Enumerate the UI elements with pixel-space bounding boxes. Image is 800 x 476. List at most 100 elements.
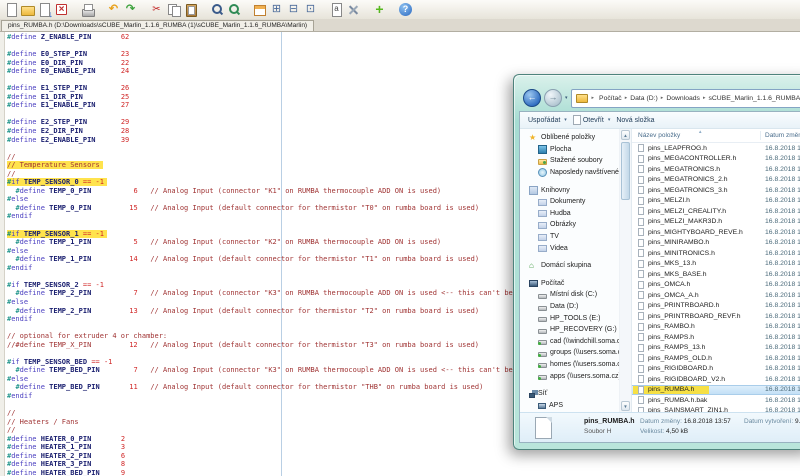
tree-item-sta-en-soubory[interactable]: Stažené soubory (520, 155, 619, 167)
tree-item-hp-tools-e[interactable]: HP_TOOLS (E:) (520, 312, 619, 324)
size-label: Velikost: (640, 428, 664, 435)
file-row-pins-melzi-makr3d-h[interactable]: pins_MELZI_MAKR3D.h16.8.2018 13:57 (632, 217, 800, 228)
open-file-icon[interactable] (20, 2, 35, 17)
tree-item-videa[interactable]: Videa (520, 242, 619, 254)
file-name: pins_MELZI_MAKR3D.h (648, 218, 722, 225)
tree-item-hp-recovery-g[interactable]: HP_RECOVERY (G:) (520, 324, 619, 336)
code-line: #define HEATER_2_PIN 6 (7, 452, 664, 461)
tree-item-hudba[interactable]: Hudba (520, 208, 619, 220)
file-row-pins-melzi-creality-h[interactable]: pins_MELZI_CREALITY.h16.8.2018 13:57 (632, 206, 800, 217)
copy-icon[interactable] (166, 2, 181, 17)
breadcrumb-item-downloads[interactable]: Downloads (665, 95, 701, 102)
file-row-pins-ramps-old-h[interactable]: pins_RAMPS_OLD.h16.8.2018 13:57 (632, 353, 800, 364)
open-button[interactable]: Otevřít (573, 115, 611, 125)
file-row-pins-ramps-13-h[interactable]: pins_RAMPS_13.h16.8.2018 13:57 (632, 343, 800, 354)
back-button[interactable] (523, 89, 541, 107)
created-label: Datum vytvoření: (744, 418, 793, 425)
cut-icon[interactable] (149, 2, 164, 17)
file-row-pins-ramps-h[interactable]: pins_RAMPS.h16.8.2018 13:57 (632, 332, 800, 343)
close-file-icon[interactable] (54, 2, 69, 17)
column-header-name[interactable]: Název položky (638, 132, 680, 139)
tree-item-obl-ben-polo-ky[interactable]: Oblíbené položky (520, 132, 619, 144)
tree-item-knihovny[interactable]: Knihovny (520, 184, 619, 196)
file-row-pins-minirambo-h[interactable]: pins_MINIRAMBO.h16.8.2018 13:57 (632, 238, 800, 249)
file-row-pins-megatronics-2-h[interactable]: pins_MEGATRONICS_2.h16.8.2018 13:57 (632, 175, 800, 186)
minimize-window-icon[interactable] (286, 2, 301, 17)
redo-icon[interactable] (123, 2, 138, 17)
file-row-pins-rambo-h[interactable]: pins_RAMBO.h16.8.2018 13:57 (632, 322, 800, 333)
single-window-icon[interactable] (303, 2, 318, 17)
plugin-icon[interactable] (372, 2, 387, 17)
breadcrumb-item-scube-marlin-1-1-6-rumba-1[interactable]: sCUBE_Marlin_1.1.6_RUMBA (1) (707, 95, 800, 102)
tree-item-naposledy-nav-t-ven[interactable]: Naposledy navštívené (520, 167, 619, 179)
tree-item-s[interactable]: Síť (520, 388, 619, 400)
file-icon (573, 115, 581, 125)
file-row-pins-mks-base-h[interactable]: pins_MKS_BASE.h16.8.2018 13:57 (632, 269, 800, 280)
tree-item-data-d[interactable]: Data (D:) (520, 301, 619, 313)
tree-item-homes-users-soma-cz[interactable]: homes (\\users.soma.cz) (520, 359, 619, 371)
new-file-icon[interactable] (3, 2, 18, 17)
file-name: pins_RAMPS_OLD.h (648, 355, 712, 362)
file-row-pins-printrboard-h[interactable]: pins_PRINTRBOARD.h16.8.2018 13:57 (632, 301, 800, 312)
save-file-icon[interactable] (37, 2, 52, 17)
tree-item-dokumenty[interactable]: Dokumenty (520, 196, 619, 208)
tree-item-aps[interactable]: APS (520, 399, 619, 411)
file-row-pins-minitronics-h[interactable]: pins_MINITRONICS.h16.8.2018 13:57 (632, 248, 800, 259)
scroll-down-icon[interactable]: ▼ (621, 401, 630, 411)
file-row-pins-melzi-h[interactable]: pins_MELZI.h16.8.2018 13:57 (632, 196, 800, 207)
file-row-pins-leapfrog-h[interactable]: pins_LEAPFROG.h16.8.2018 13:57 (632, 143, 800, 154)
preview-icon[interactable] (329, 2, 344, 17)
tile-windows-icon[interactable] (269, 2, 284, 17)
file-row-pins-rigidboard-h[interactable]: pins_RIGIDBOARD.h16.8.2018 13:57 (632, 364, 800, 375)
file-row-pins-rumba-h-bak[interactable]: pins_RUMBA.h.bak16.8.2018 13:57 (632, 395, 800, 406)
file-row-pins-mightyboard-reve-h[interactable]: pins_MIGHTYBOARD_REVE.h16.8.2018 13:57 (632, 227, 800, 238)
new-folder-button[interactable]: Nová složka (616, 117, 654, 124)
file-row-pins-rigidboard-v2-h[interactable]: pins_RIGIDBOARD_V2.h16.8.2018 13:57 (632, 374, 800, 385)
file-row-pins-printrboard-revf-h[interactable]: pins_PRINTRBOARD_REVF.h16.8.2018 13:57 (632, 311, 800, 322)
file-icon (638, 186, 644, 194)
tree-item-groups-users-soma-cz[interactable]: groups (\\users.soma.cz) (520, 347, 619, 359)
file-row-pins-megatronics-h[interactable]: pins_MEGATRONICS.h16.8.2018 13:57 (632, 164, 800, 175)
column-header-date[interactable]: Datum změny (765, 132, 800, 139)
tree-item-dom-c-skupina[interactable]: Domácí skupina (520, 260, 619, 272)
tree-item-tv[interactable]: TV (520, 231, 619, 243)
forward-button[interactable] (544, 89, 562, 107)
breadcrumb-item-data-d[interactable]: Data (D:) (629, 95, 659, 102)
file-icon (638, 365, 644, 373)
tree-item-po-ta[interactable]: Počítač (520, 278, 619, 290)
undo-icon[interactable] (106, 2, 121, 17)
find-icon[interactable] (209, 2, 224, 17)
tree-item-m-stn-disk-c[interactable]: Místní disk (C:) (520, 289, 619, 301)
print-icon[interactable] (80, 2, 95, 17)
tree-item-label: Dokumenty (550, 198, 585, 205)
paste-icon[interactable] (183, 2, 198, 17)
file-date: 16.8.2018 13:57 (765, 260, 800, 267)
scrollbar-thumb[interactable] (621, 142, 630, 200)
file-name: pins_MELZI_CREALITY.h (648, 208, 726, 215)
file-row-pins-rumba-h[interactable]: pins_RUMBA.h16.8.2018 13:57 (632, 385, 800, 396)
editor-tab[interactable]: pins_RUMBA.h (D:\Downloads\sCUBE_Marlin_… (1, 20, 314, 31)
file-date: 16.8.2018 13:57 (765, 229, 800, 236)
file-row-pins-omca-a-h[interactable]: pins_OMCA_A.h16.8.2018 13:57 (632, 290, 800, 301)
tree-item-apps-users-soma-cz-z[interactable]: apps (\\users.soma.cz) (Z:) (520, 370, 619, 382)
settings-icon[interactable] (346, 2, 361, 17)
organize-button[interactable]: Uspořádat (528, 117, 567, 124)
file-date: 16.8.2018 13:57 (765, 145, 800, 152)
find-next-icon[interactable] (226, 2, 241, 17)
file-row-pins-megatronics-3-h[interactable]: pins_MEGATRONICS_3.h16.8.2018 13:57 (632, 185, 800, 196)
column-separator[interactable] (760, 131, 761, 140)
file-row-pins-megacontroller-h[interactable]: pins_MEGACONTROLLER.h16.8.2018 13:57 (632, 154, 800, 165)
tree-scrollbar[interactable]: ▲ ▼ (619, 129, 632, 412)
file-row-pins-mks-13-h[interactable]: pins_MKS_13.h16.8.2018 13:57 (632, 259, 800, 270)
recent-pages-chevron-icon[interactable]: ▾ (565, 95, 568, 101)
tree-item-obr-zky[interactable]: Obrázky (520, 219, 619, 231)
help-icon[interactable] (398, 2, 413, 17)
new-window-icon[interactable] (252, 2, 267, 17)
file-name: pins_PRINTRBOARD_REVF.h (648, 313, 741, 320)
address-bar[interactable]: ▸ Počítač▸Data (D:)▸Downloads▸sCUBE_Marl… (571, 89, 800, 108)
breadcrumb-item-po-ta[interactable]: Počítač (598, 95, 623, 102)
scroll-up-icon[interactable]: ▲ (621, 130, 630, 140)
tree-item-cad-windchill-soma-cz[interactable]: cad (\\windchill.soma.cz) (520, 336, 619, 348)
tree-item-plocha[interactable]: Plocha (520, 144, 619, 156)
file-row-pins-omca-h[interactable]: pins_OMCA.h16.8.2018 13:57 (632, 280, 800, 291)
